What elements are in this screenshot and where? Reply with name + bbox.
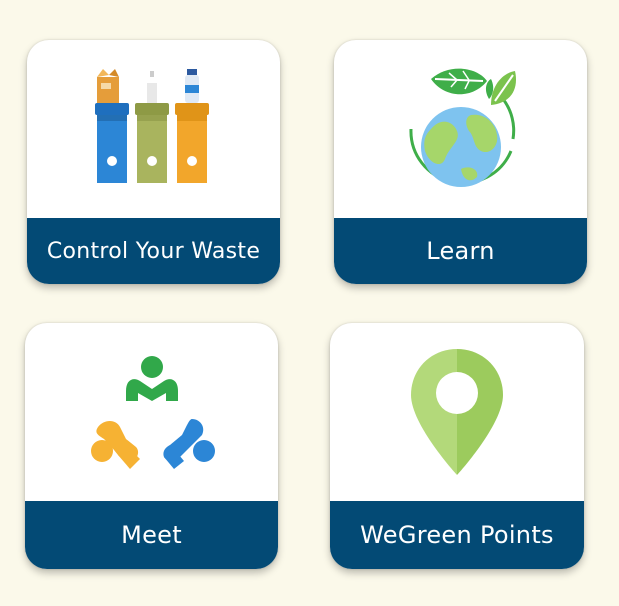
wegreen-points-card[interactable]: WeGreen Points <box>330 323 584 569</box>
learn-card[interactable]: Learn <box>334 40 587 284</box>
community-people-icon <box>25 323 278 501</box>
control-your-waste-card[interactable]: Control Your Waste <box>27 40 280 284</box>
control-your-waste-label: Control Your Waste <box>27 218 280 284</box>
wegreen-points-label: WeGreen Points <box>330 501 584 569</box>
recycling-bins-icon <box>27 40 280 218</box>
map-pin-icon <box>330 323 584 501</box>
earth-leaves-icon <box>334 40 587 218</box>
learn-label: Learn <box>334 218 587 284</box>
meet-label: Meet <box>25 501 278 569</box>
meet-card[interactable]: Meet <box>25 323 278 569</box>
